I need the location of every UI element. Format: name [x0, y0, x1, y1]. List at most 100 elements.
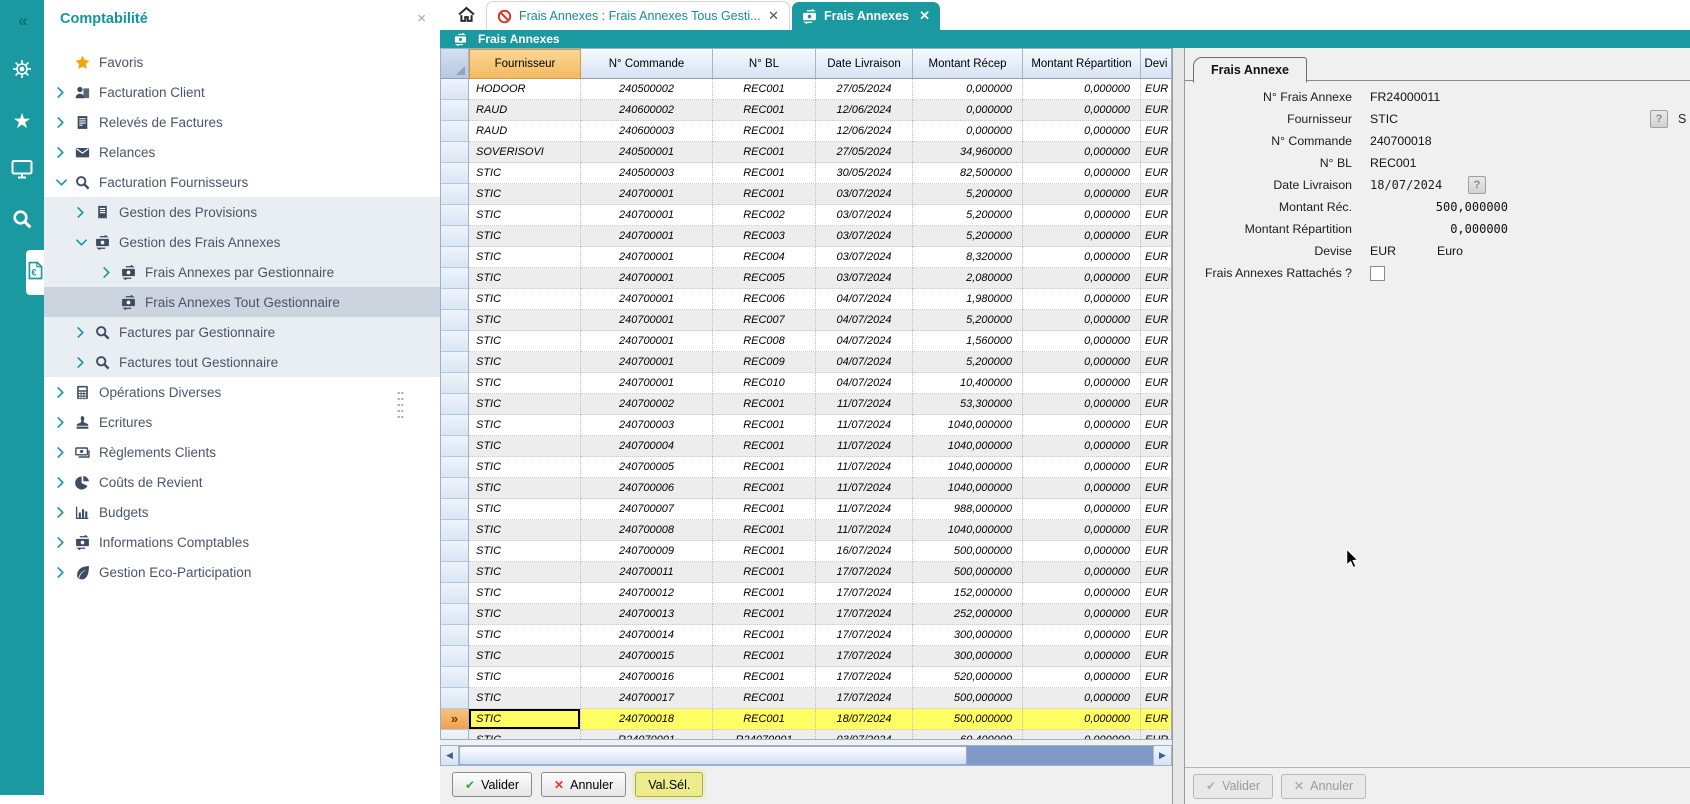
- sidebar-item-ecritures[interactable]: Ecritures: [44, 407, 440, 437]
- collapse-sidebar-icon[interactable]: «: [0, 6, 44, 36]
- column-header-date-livraison[interactable]: Date Livraison: [816, 49, 913, 79]
- sidebar-close-icon[interactable]: ×: [417, 10, 426, 27]
- row-selector[interactable]: [441, 205, 469, 226]
- num-frais-annexe-value[interactable]: FR24000011: [1370, 90, 1440, 104]
- row-selector[interactable]: [441, 373, 469, 394]
- fournisseur-value[interactable]: STIC: [1370, 112, 1398, 126]
- sidebar-item-budgets[interactable]: Budgets: [44, 497, 440, 527]
- chevron-right-icon[interactable]: [56, 146, 69, 159]
- montant-repartition-value[interactable]: 0,000000: [1370, 222, 1508, 236]
- fournisseur-help-button[interactable]: ?: [1650, 110, 1668, 128]
- row-selector[interactable]: [441, 352, 469, 373]
- sidebar-item-relances[interactable]: Relances: [44, 137, 440, 167]
- tab-frais-annexes-active[interactable]: Frais Annexes ✕: [792, 2, 940, 30]
- table-row[interactable]: STIC240700001REC00704/07/20245,2000000,0…: [441, 310, 1172, 331]
- table-row[interactable]: STIC240700001REC00203/07/20245,2000000,0…: [441, 205, 1172, 226]
- row-selector[interactable]: [441, 520, 469, 541]
- column-header-n-commande[interactable]: N° Commande: [581, 49, 713, 79]
- table-row[interactable]: STIC240700007REC00111/07/2024988,0000000…: [441, 499, 1172, 520]
- scroll-left-icon[interactable]: ◀: [441, 746, 459, 765]
- valider-button[interactable]: ✔ Valider: [452, 772, 532, 797]
- row-selector[interactable]: [441, 583, 469, 604]
- table-row[interactable]: STIC240700001REC00904/07/20245,2000000,0…: [441, 352, 1172, 373]
- detail-annuler-button[interactable]: ✕ Annuler: [1281, 774, 1366, 799]
- row-selector[interactable]: [441, 247, 469, 268]
- row-selector[interactable]: [441, 667, 469, 688]
- doc-euro-icon[interactable]: €: [26, 250, 44, 295]
- table-row[interactable]: STIC240700014REC00117/07/2024300,0000000…: [441, 625, 1172, 646]
- table-row[interactable]: STIC240700001REC00103/07/20245,2000000,0…: [441, 184, 1172, 205]
- sidebar-item-favoris[interactable]: Favoris: [44, 47, 440, 77]
- row-selector[interactable]: [441, 184, 469, 205]
- row-selector[interactable]: [441, 226, 469, 247]
- sidebar-item-frais-annexes-par-gestionnaire[interactable]: Frais Annexes par Gestionnaire: [44, 257, 440, 287]
- chevron-right-icon[interactable]: [56, 86, 69, 99]
- sidebar-item-factures-par-gestionnaire[interactable]: Factures par Gestionnaire: [44, 317, 440, 347]
- row-selector[interactable]: [441, 457, 469, 478]
- montant-rec-value[interactable]: 500,000000: [1370, 200, 1508, 214]
- sidebar-item-op-rations-diverses[interactable]: Opérations Diverses: [44, 377, 440, 407]
- table-row[interactable]: STIC240700015REC00117/07/2024300,0000000…: [441, 646, 1172, 667]
- search-icon[interactable]: [0, 206, 44, 236]
- table-row[interactable]: »STIC240700018REC00118/07/2024500,000000…: [441, 709, 1172, 730]
- date-picker-button[interactable]: ?: [1468, 176, 1486, 194]
- row-selector[interactable]: [441, 121, 469, 142]
- table-row[interactable]: STIC240700016REC00117/07/2024520,0000000…: [441, 667, 1172, 688]
- row-selector[interactable]: [441, 646, 469, 667]
- row-selector[interactable]: [441, 163, 469, 184]
- table-row[interactable]: STIC240700001REC00503/07/20242,0800000,0…: [441, 268, 1172, 289]
- annuler-button[interactable]: ✕ Annuler: [541, 772, 626, 797]
- helm-icon[interactable]: [0, 56, 44, 86]
- num-commande-value[interactable]: 240700018: [1370, 134, 1432, 148]
- table-row[interactable]: SOVERISOVI240500001REC00127/05/202434,96…: [441, 142, 1172, 163]
- table-row[interactable]: STIC240700002REC00111/07/202453,3000000,…: [441, 394, 1172, 415]
- chevron-down-icon[interactable]: [76, 236, 89, 249]
- chevron-right-icon[interactable]: [76, 356, 89, 369]
- chevron-right-icon[interactable]: [56, 116, 69, 129]
- row-selector[interactable]: [441, 730, 469, 740]
- sidebar-item-r-glements-clients[interactable]: Règlements Clients: [44, 437, 440, 467]
- scrollbar-thumb[interactable]: [459, 746, 967, 765]
- table-row[interactable]: STIC240700013REC00117/07/2024252,0000000…: [441, 604, 1172, 625]
- row-selector[interactable]: [441, 688, 469, 709]
- column-header-montant-r-partition[interactable]: Montant Répartition: [1023, 49, 1141, 79]
- tab-close-icon[interactable]: ✕: [768, 8, 779, 24]
- table-row[interactable]: STIC240700005REC00111/07/20241040,000000…: [441, 457, 1172, 478]
- table-row[interactable]: STIC240700006REC00111/07/20241040,000000…: [441, 478, 1172, 499]
- table-row[interactable]: STIC240700001REC00303/07/20245,2000000,0…: [441, 226, 1172, 247]
- row-selector[interactable]: [441, 604, 469, 625]
- chevron-right-icon[interactable]: [56, 476, 69, 489]
- table-row[interactable]: RAUD240600002REC00112/06/20240,0000000,0…: [441, 100, 1172, 121]
- chevron-right-icon[interactable]: [76, 326, 89, 339]
- table-row[interactable]: STIC240700001REC00604/07/20241,9800000,0…: [441, 289, 1172, 310]
- sidebar-item-factures-tout-gestionnaire[interactable]: Factures tout Gestionnaire: [44, 347, 440, 377]
- chevron-right-icon[interactable]: [56, 566, 69, 579]
- row-selector[interactable]: [441, 562, 469, 583]
- detail-valider-button[interactable]: ✔ Valider: [1193, 774, 1273, 799]
- row-selector[interactable]: [441, 541, 469, 562]
- sidebar-item-gestion-des-provisions[interactable]: Gestion des Provisions: [44, 197, 440, 227]
- row-selector[interactable]: [441, 499, 469, 520]
- table-row[interactable]: STIC240700003REC00111/07/20241040,000000…: [441, 415, 1172, 436]
- table-row[interactable]: STIC240700011REC00117/07/2024500,0000000…: [441, 562, 1172, 583]
- date-livraison-value[interactable]: 18/07/2024: [1370, 178, 1442, 192]
- tab-close-icon[interactable]: ✕: [919, 8, 930, 24]
- table-row[interactable]: STIC240700009REC00116/07/2024500,0000000…: [441, 541, 1172, 562]
- row-selector[interactable]: [441, 142, 469, 163]
- row-selector[interactable]: [441, 394, 469, 415]
- table-row[interactable]: STIC240500003REC00130/05/202482,5000000,…: [441, 163, 1172, 184]
- devise-code-value[interactable]: EUR: [1370, 244, 1396, 258]
- column-header-n-bl[interactable]: N° BL: [713, 49, 816, 79]
- row-selector[interactable]: [441, 268, 469, 289]
- sidebar-item-gestion-eco-participation[interactable]: Gestion Eco-Participation: [44, 557, 440, 587]
- panel-splitter[interactable]: [1172, 48, 1185, 804]
- chevron-right-icon[interactable]: [56, 416, 69, 429]
- horizontal-scrollbar[interactable]: ◀ ▶: [440, 745, 1172, 766]
- sidebar-item-co-ts-de-revient[interactable]: Coûts de Revient: [44, 467, 440, 497]
- chevron-down-icon[interactable]: [56, 176, 69, 189]
- row-selector[interactable]: »: [441, 709, 469, 730]
- row-selector[interactable]: [441, 289, 469, 310]
- tab-frais-annexes-tous-gestionnaire[interactable]: Frais Annexes : Frais Annexes Tous Gesti…: [486, 1, 790, 30]
- scroll-right-icon[interactable]: ▶: [1153, 746, 1171, 765]
- chevron-right-icon[interactable]: [76, 206, 89, 219]
